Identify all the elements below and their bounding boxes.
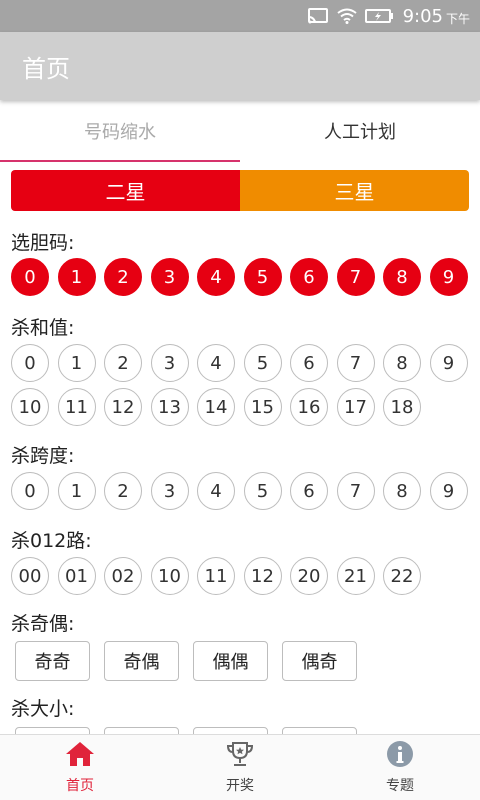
ball-row-route: 00 01 02 10 11 12 20 21 22 [11, 557, 430, 595]
ball-span-7[interactable]: 7 [336, 472, 375, 510]
ball-dan-5[interactable]: 5 [243, 258, 282, 296]
ball-sum-13[interactable]: 13 [150, 388, 189, 426]
segment-label: 二星 [105, 180, 146, 204]
app-bar: 首页 [0, 32, 480, 100]
star-segmented-control: 二星 三星 [11, 170, 469, 211]
section-label-span: 杀跨度: [11, 445, 75, 467]
tab-label: 人工计划 [324, 122, 396, 143]
section-label-size: 杀大小: [11, 698, 75, 720]
tab-number-filter[interactable]: 号码缩水 [0, 100, 240, 162]
ball-route-12[interactable]: 12 [243, 557, 282, 595]
battery-charging-icon [364, 8, 395, 24]
ball-span-0[interactable]: 0 [11, 472, 49, 510]
nav-item-draw[interactable]: 开奖 [160, 735, 320, 800]
section-label-route: 杀012路: [11, 530, 92, 552]
nav-item-topics[interactable]: 专题 [320, 735, 480, 800]
segment-two-star[interactable]: 二星 [11, 170, 240, 211]
ball-sum-17[interactable]: 17 [336, 388, 375, 426]
ball-route-01[interactable]: 01 [57, 557, 96, 595]
nav-label-topics: 专题 [386, 778, 414, 794]
ball-span-8[interactable]: 8 [383, 472, 421, 510]
ball-route-21[interactable]: 21 [336, 557, 375, 595]
section-label-dan: 选胆码: [11, 232, 75, 254]
ball-sum-8[interactable]: 8 [383, 344, 421, 382]
ball-span-3[interactable]: 3 [150, 472, 189, 510]
ball-row-sum-1: 0 1 2 3 4 5 6 7 8 9 [11, 344, 476, 382]
parity-option-odd-even[interactable]: 奇偶 [104, 641, 179, 681]
tab-label: 号码缩水 [84, 122, 156, 143]
ball-span-9[interactable]: 9 [429, 472, 468, 510]
nav-label-home: 首页 [66, 778, 94, 794]
ball-sum-5[interactable]: 5 [243, 344, 282, 382]
parity-option-odd-odd[interactable]: 奇奇 [15, 641, 90, 681]
ball-sum-9[interactable]: 9 [429, 344, 468, 382]
ball-dan-1[interactable]: 1 [57, 258, 96, 296]
ball-sum-4[interactable]: 4 [197, 344, 235, 382]
ball-sum-0[interactable]: 0 [11, 344, 49, 382]
pill-row-parity: 奇奇 奇偶 偶偶 偶奇 [15, 641, 371, 681]
ball-dan-8[interactable]: 8 [383, 258, 421, 296]
ball-route-11[interactable]: 11 [197, 557, 235, 595]
ball-row-span: 0 1 2 3 4 5 6 7 8 9 [11, 472, 476, 510]
ball-sum-12[interactable]: 12 [104, 388, 142, 426]
home-icon [65, 740, 95, 772]
ball-dan-0[interactable]: 0 [11, 258, 49, 296]
ball-dan-7[interactable]: 7 [336, 258, 375, 296]
ball-route-10[interactable]: 10 [150, 557, 189, 595]
ball-route-02[interactable]: 02 [104, 557, 142, 595]
nav-label-draw: 开奖 [226, 778, 254, 794]
trophy-icon [225, 740, 255, 772]
ball-sum-7[interactable]: 7 [336, 344, 375, 382]
ball-span-5[interactable]: 5 [243, 472, 282, 510]
ball-span-4[interactable]: 4 [197, 472, 235, 510]
ball-row-sum-2: 10 11 12 13 14 15 16 17 18 [11, 388, 430, 426]
ball-span-1[interactable]: 1 [57, 472, 96, 510]
ball-route-22[interactable]: 22 [383, 557, 421, 595]
ball-dan-4[interactable]: 4 [197, 258, 235, 296]
section-label-sum: 杀和值: [11, 317, 75, 339]
status-ampm: 下午 [445, 11, 470, 26]
ball-sum-2[interactable]: 2 [104, 344, 142, 382]
ball-sum-14[interactable]: 14 [197, 388, 235, 426]
ball-dan-9[interactable]: 9 [429, 258, 468, 296]
parity-option-even-even[interactable]: 偶偶 [193, 641, 268, 681]
ball-route-20[interactable]: 20 [290, 557, 328, 595]
ball-sum-3[interactable]: 3 [150, 344, 189, 382]
nav-item-home[interactable]: 首页 [0, 735, 160, 800]
ball-dan-3[interactable]: 3 [150, 258, 189, 296]
ball-dan-2[interactable]: 2 [104, 258, 142, 296]
cast-icon [307, 7, 329, 25]
status-bar: 9:05 下午 [0, 0, 480, 32]
ball-span-6[interactable]: 6 [290, 472, 328, 510]
ball-sum-10[interactable]: 10 [11, 388, 49, 426]
segment-label: 三星 [334, 180, 375, 204]
bottom-nav: 首页 开奖 专题 [0, 734, 480, 800]
ball-span-2[interactable]: 2 [104, 472, 142, 510]
ball-route-00[interactable]: 00 [11, 557, 49, 595]
app-screen: 9:05 下午 首页 号码缩水 人工计划 二星 三星 选胆码: 0 1 2 3 … [0, 0, 480, 800]
ball-sum-16[interactable]: 16 [290, 388, 328, 426]
tab-indicator [0, 160, 240, 162]
parity-option-even-odd[interactable]: 偶奇 [282, 641, 357, 681]
tab-bar: 号码缩水 人工计划 [0, 100, 480, 162]
wifi-icon [336, 8, 357, 24]
section-label-parity: 杀奇偶: [11, 613, 75, 635]
ball-sum-15[interactable]: 15 [243, 388, 282, 426]
ball-sum-11[interactable]: 11 [57, 388, 96, 426]
ball-sum-18[interactable]: 18 [383, 388, 421, 426]
ball-sum-6[interactable]: 6 [290, 344, 328, 382]
info-icon [385, 740, 415, 772]
segment-three-star[interactable]: 三星 [240, 170, 469, 211]
ball-sum-1[interactable]: 1 [57, 344, 96, 382]
status-time: 9:05 [402, 5, 443, 27]
ball-dan-6[interactable]: 6 [290, 258, 328, 296]
page-title: 首页 [22, 54, 70, 83]
ball-row-dan: 0 1 2 3 4 5 6 7 8 9 [11, 258, 476, 296]
tab-manual-plan[interactable]: 人工计划 [240, 100, 480, 162]
